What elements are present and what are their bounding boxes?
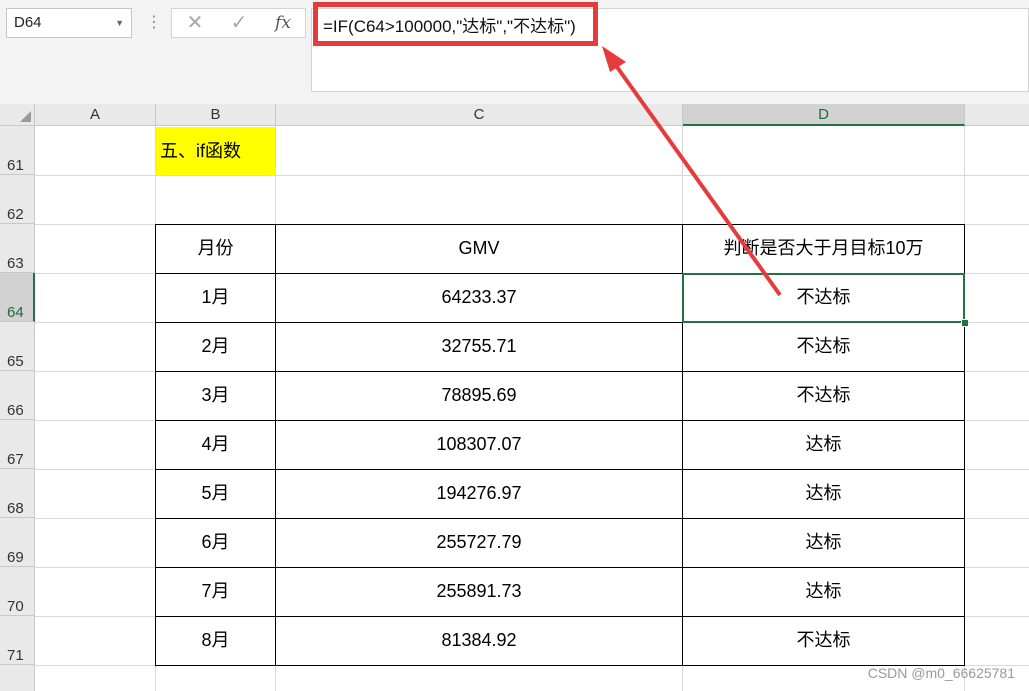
annotation-arrow-line — [610, 58, 782, 297]
watermark: CSDN @m0_66625781 — [867, 665, 1015, 681]
annotation-arrow-head — [602, 46, 626, 72]
annotation-arrow — [602, 46, 782, 297]
